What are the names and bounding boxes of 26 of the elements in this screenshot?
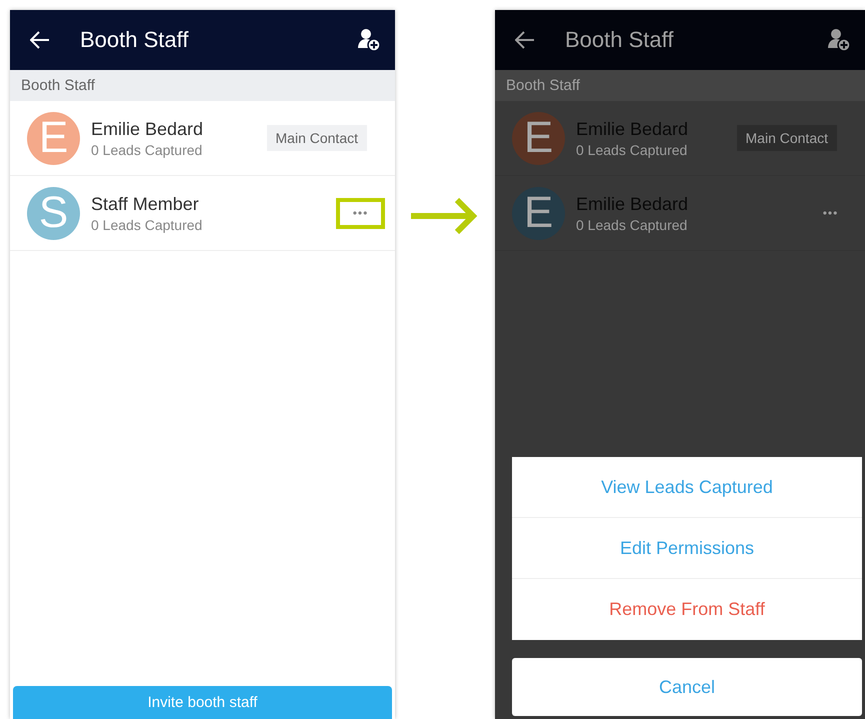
add-person-icon[interactable] [357, 28, 381, 52]
main-contact-tag: Main Contact [266, 125, 367, 151]
invite-button[interactable]: Invite booth staff [13, 686, 392, 719]
header-title: Booth Staff [565, 27, 674, 53]
staff-row[interactable]: S Staff Member 0 Leads Captured ••• [10, 176, 395, 251]
more-button[interactable]: ••• [336, 198, 385, 228]
avatar: E [512, 112, 565, 164]
section-header: Booth Staff [10, 70, 395, 101]
cancel-button[interactable]: Cancel [512, 658, 862, 716]
leads-count: 0 Leads Captured [576, 216, 688, 232]
staff-row[interactable]: E Emilie Bedard 0 Leads Captured Main Contact [10, 101, 395, 176]
leads-count: 0 Leads Captured [576, 142, 688, 158]
avatar: E [27, 112, 80, 164]
action-item[interactable]: View Leads Captured [512, 457, 862, 518]
main-contact-tag: Main Contact [736, 125, 837, 151]
section-header: Booth Staff [495, 70, 865, 101]
leads-count: 0 Leads Captured [91, 216, 204, 232]
staff-name: Staff Member [91, 194, 200, 214]
avatar: S [27, 186, 80, 240]
add-person-icon[interactable] [827, 28, 851, 52]
leads-count: 0 Leads Captured [91, 142, 204, 158]
avatar: E [512, 186, 565, 240]
back-arrow-icon[interactable] [515, 31, 535, 49]
header-title: Booth Staff [80, 27, 190, 53]
more-button[interactable]: ••• [806, 198, 855, 228]
staff-name: Emilie Bedard [91, 118, 204, 140]
